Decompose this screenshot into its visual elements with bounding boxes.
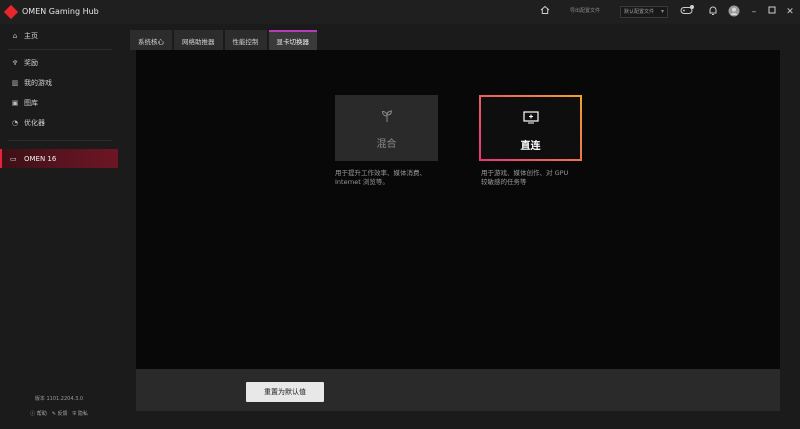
sidebar-divider [8,49,112,50]
minimize-icon[interactable]: – [748,5,760,19]
help-icon: ⓘ [30,411,36,417]
tab-bar: 系统核心 网络助推器 性能控制 显卡切换器 [130,30,319,50]
chevron-down-icon: ▾ [660,8,664,15]
action-bar: 重置为默认值 [136,369,780,411]
sidebar-item-gallery[interactable]: ▣ 图库 [0,95,118,111]
sprout-icon [335,109,438,126]
sidebar-item-optimizer[interactable]: ◔ 优化器 [0,115,118,131]
sidebar-item-label: 优化器 [24,119,45,127]
sidebar-item-home[interactable]: ⌂ 主页 [0,28,118,44]
tab-gpu-switcher[interactable]: 显卡切换器 [268,30,317,50]
sidebar-item-label: 主页 [24,32,38,40]
monitor-icon [481,111,580,127]
gpu-mode-direct-description: 用于游戏、媒体创作、对 GPU 较敏感的任务等 [481,169,589,187]
footer-link-label: 反馈 [57,411,68,417]
tab-network-booster[interactable]: 网络助推器 [174,30,223,50]
gpu-mode-hybrid-card[interactable]: 混合 [335,95,438,161]
profile-label: 导出配置文件 [570,8,601,14]
sidebar-divider [8,140,112,141]
omen-logo [3,4,19,20]
gpu-mode-label: 直连 [520,141,541,152]
app-title: OMEN Gaming Hub [22,7,99,16]
footer-link-help[interactable]: ⓘ 帮助 [30,410,47,417]
close-icon[interactable]: ✕ [784,5,796,19]
laptop-icon: ▭ [10,154,17,163]
footer-link-privacy[interactable]: ⛨ 隐私 [73,410,88,417]
trophy-icon: ♆ [11,59,19,67]
title-bar: OMEN Gaming Hub 导出配置文件 默认配置文件 ▾ – ✕ [0,0,800,24]
reset-to-default-button[interactable]: 重置为默认值 [246,382,324,402]
optimizer-icon: ◔ [11,119,19,127]
avatar[interactable] [727,5,741,19]
sidebar-item-my-games[interactable]: ▥ 我的游戏 [0,75,118,91]
footer-links: ⓘ 帮助 ✎ 反馈 ⛨ 隐私 [0,410,118,417]
home-icon: ⌂ [12,32,18,40]
home-icon[interactable] [538,5,552,19]
footer-link-label: 帮助 [36,411,47,417]
description-line: 用于游戏、媒体创作、对 GPU [481,169,569,177]
description-line: 较敏感的任务等 [481,178,527,186]
maximize-icon[interactable] [766,5,778,19]
gallery-icon: ▣ [11,99,19,107]
footer-link-feedback[interactable]: ✎ 反馈 [52,410,68,417]
feedback-icon: ✎ [51,411,56,417]
privacy-icon: ⛨ [72,411,77,417]
gpu-mode-direct-card[interactable]: 直连 [479,95,582,161]
version-text: 版本 1101.2204.3.0 [34,396,84,402]
device-label: OMEN 16 [24,154,57,163]
tab-system-core[interactable]: 系统核心 [130,30,172,50]
sidebar-item-rewards[interactable]: ♆ 奖励 [0,55,118,71]
sidebar-item-device[interactable]: ▭ OMEN 16 [0,149,118,168]
sidebar-item-label: 我的游戏 [24,79,52,87]
sidebar: ⌂ 主页 ♆ 奖励 ▥ 我的游戏 ▣ 图库 ◔ 优化器 ▭ OMEN 16 版本… [0,24,118,429]
gpu-mode-label: 混合 [376,139,397,150]
tab-performance-control[interactable]: 性能控制 [224,30,267,50]
gamepad-icon[interactable] [679,5,695,19]
description-line: 用于提升工作效率、媒体消费、 [335,169,426,177]
gpu-switcher-panel: 混合 用于提升工作效率、媒体消费、 Internet 浏览等。 直连 用于游戏、… [136,50,780,369]
bell-icon[interactable] [706,5,720,19]
profile-select-value: 默认配置文件 [624,9,655,15]
sidebar-item-label: 奖励 [24,59,38,67]
profile-select[interactable]: 默认配置文件 ▾ [620,6,668,18]
sidebar-item-label: 图库 [24,99,38,107]
description-line: Internet 浏览等。 [335,178,389,186]
library-icon: ▥ [11,79,19,87]
gpu-mode-hybrid-description: 用于提升工作效率、媒体消费、 Internet 浏览等。 [335,169,443,187]
footer-link-label: 隐私 [77,411,88,417]
